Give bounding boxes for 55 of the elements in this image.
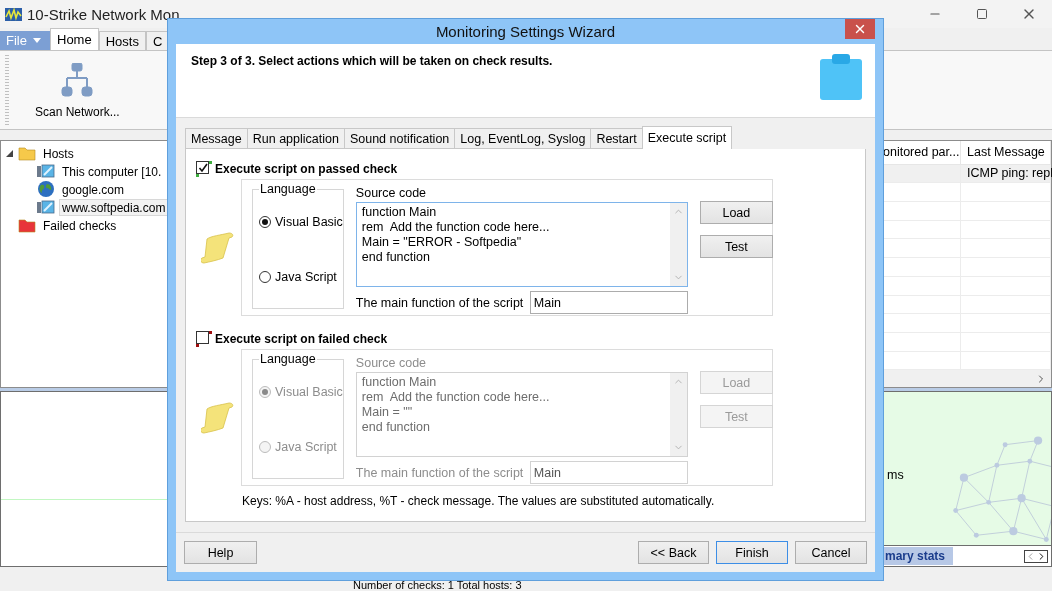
checkbox-label: Execute script on passed check <box>215 162 398 176</box>
maximize-icon[interactable] <box>975 8 988 20</box>
ribbon-button[interactable]: Scan Network... <box>29 55 126 125</box>
tab[interactable]: Sound notification <box>343 128 456 149</box>
clipboard-icon <box>820 54 862 100</box>
group-label: Language <box>259 182 317 196</box>
monitor-icon <box>37 200 55 214</box>
table-cell: ICMP ping: repl <box>961 164 1051 183</box>
radio-label: Java Script <box>275 439 337 454</box>
caret-icon <box>32 38 41 43</box>
field-label: The main function of the script <box>355 295 524 310</box>
button[interactable]: Load <box>699 201 773 224</box>
close-icon <box>853 22 867 36</box>
app-icon <box>5 7 22 21</box>
checkbox[interactable] <box>196 161 212 177</box>
button[interactable]: Cancel <box>795 541 867 564</box>
tab[interactable]: Restart <box>590 128 643 149</box>
tab[interactable]: Message <box>185 128 248 149</box>
tree-item[interactable]: www.softpedia.com <box>59 198 169 216</box>
network-icon <box>61 63 94 97</box>
close-button[interactable] <box>845 19 875 39</box>
code-editor[interactable]: function Main rem Add the function code here... Main = "ERROR - Softpedia" end function <box>355 202 688 287</box>
tree-item[interactable]: Failed checks <box>40 216 120 234</box>
ribbon-tab[interactable]: Hosts <box>98 31 146 50</box>
tree-item[interactable]: Hosts <box>40 144 77 162</box>
radio-button[interactable] <box>259 270 271 283</box>
field-label: Source code <box>355 186 428 200</box>
button[interactable]: Test <box>699 235 773 258</box>
keys-note: Keys: %A - host address, %T - check message. The values are substituted automatically. <box>242 494 716 508</box>
step-text: Step 3 of 3. Select actions which will be taken on check results. <box>191 54 553 70</box>
ribbon-tab[interactable]: Home <box>50 28 99 50</box>
group-label: Language <box>259 352 317 366</box>
column-header[interactable]: Last Message <box>961 141 1051 164</box>
status-text: Number of checks: 1 Total hosts: 3 <box>353 580 522 591</box>
radio-label: Visual Basic <box>275 384 343 399</box>
tab[interactable]: Log, EventLog, Syslog <box>454 128 592 149</box>
radio-button[interactable] <box>259 215 271 228</box>
radio-label: Visual Basic <box>275 214 343 229</box>
field-label: The main function of the script <box>355 465 524 480</box>
stats-text: ms <box>887 467 904 482</box>
radio-label: Java Script <box>275 269 337 284</box>
tab[interactable]: Execute script <box>641 126 733 149</box>
button[interactable]: Finish <box>716 541 788 564</box>
monitor-icon <box>37 164 55 178</box>
input-field[interactable]: Main <box>529 291 688 314</box>
field-label: Source code <box>355 356 428 370</box>
expanded-arrow-icon[interactable] <box>5 148 14 158</box>
tree-item[interactable]: google.com <box>59 180 128 198</box>
checkbox-label: Execute script on failed check <box>215 332 388 346</box>
button[interactable]: Help <box>184 541 257 564</box>
globe-icon <box>37 180 55 198</box>
tab[interactable]: Run application <box>246 128 345 149</box>
button[interactable]: << Back <box>638 541 709 564</box>
tree-item[interactable]: This computer [10. <box>59 162 165 180</box>
dialog-title: Monitoring Settings Wizard <box>435 23 616 40</box>
